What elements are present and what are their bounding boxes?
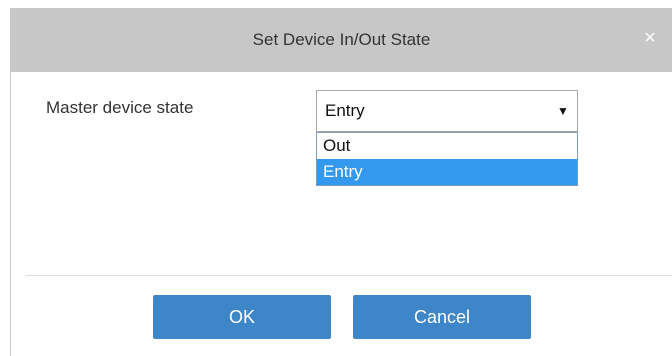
close-icon[interactable]: × xyxy=(640,28,660,48)
cancel-button[interactable]: Cancel xyxy=(353,295,531,339)
dialog-title-bar: Set Device In/Out State × xyxy=(11,8,672,72)
master-device-state-select[interactable]: Entry ▼ xyxy=(316,90,578,132)
set-device-state-dialog: Set Device In/Out State × Master device … xyxy=(10,8,672,356)
state-dropdown-list: Out Entry xyxy=(316,132,578,186)
master-device-state-label: Master device state xyxy=(46,98,194,117)
footer-divider xyxy=(26,275,672,276)
dropdown-arrow-icon: ▼ xyxy=(557,104,569,118)
dialog-title: Set Device In/Out State xyxy=(252,30,431,49)
ok-button[interactable]: OK xyxy=(153,295,331,339)
select-current-value: Entry xyxy=(325,101,365,120)
dropdown-option-out[interactable]: Out xyxy=(317,133,577,159)
dropdown-option-entry[interactable]: Entry xyxy=(317,159,577,185)
